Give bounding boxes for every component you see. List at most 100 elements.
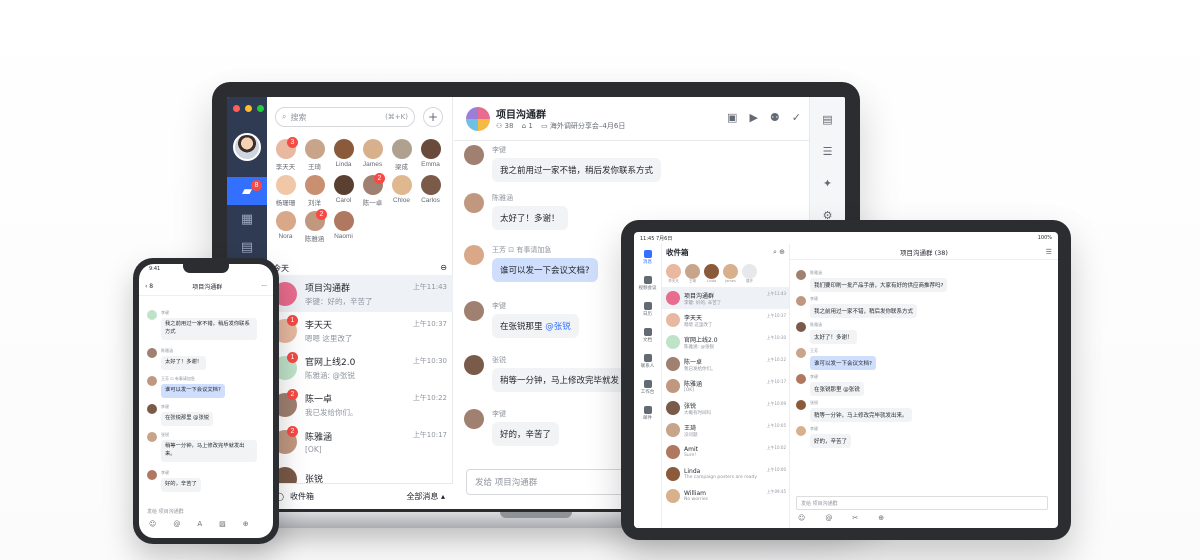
tablet-fav-expand[interactable] [742, 264, 757, 279]
back-button[interactable]: ‹ 8 [145, 283, 153, 290]
contact-avatar[interactable] [362, 139, 383, 159]
conversation-item[interactable]: 2 陈雅涵 [OK] 上午10:17 [267, 423, 453, 460]
favorite-contact[interactable]: 2 陈一卓 [358, 173, 387, 207]
favorite-contact[interactable]: 杨珊珊 [271, 175, 300, 207]
group-event[interactable]: 海外调研分享会–4月6日 [550, 122, 625, 130]
tablet-sender-avatar[interactable] [796, 270, 806, 280]
emoji-icon[interactable]: ☺ [149, 520, 156, 528]
favorite-contact[interactable]: 2 陈雅涵 [300, 209, 329, 243]
scissors-icon[interactable]: ✂ [852, 514, 858, 522]
phone-sender-avatar[interactable] [147, 348, 157, 358]
favorite-contact[interactable]: Nora [271, 211, 300, 243]
search-history-icon[interactable]: ☰ [810, 137, 845, 165]
phone-message-bubble[interactable]: 好的，辛苦了 [161, 478, 201, 492]
minimize-dot[interactable] [245, 105, 252, 112]
tablet-fav-avatar[interactable] [723, 264, 738, 279]
tablet-conversation-item[interactable]: 陈一卓 我已发给你们。 上午10:22 [662, 353, 789, 375]
tablet-message-bubble[interactable]: 谁可以发一下会议文档? [810, 356, 876, 370]
video-call-icon[interactable]: ▶ [749, 111, 757, 124]
contact-avatar[interactable] [304, 175, 325, 195]
mention-link[interactable]: @张锐 [545, 322, 571, 332]
phone-sender-avatar[interactable] [147, 376, 157, 386]
phone-sender-avatar[interactable] [147, 432, 157, 442]
phone-message-bubble[interactable]: 在张锐那里 @张锐 [161, 412, 214, 426]
contact-avatar[interactable] [333, 175, 354, 195]
emoji-icon[interactable]: ☺ [798, 514, 805, 522]
contact-avatar[interactable] [333, 211, 354, 231]
sender-avatar[interactable] [464, 355, 484, 375]
tablet-message-bubble[interactable]: 太好了！多谢！ [810, 330, 857, 344]
add-member-icon[interactable]: ⚉ [770, 111, 780, 124]
contact-avatar[interactable] [333, 139, 354, 159]
collapse-icon[interactable]: ⊖ [440, 263, 447, 274]
tablet-rail-item[interactable]: 联系人 [634, 348, 661, 374]
inbox-label[interactable]: 收件箱 [290, 491, 314, 502]
tablet-message-bubble[interactable]: 好的，辛苦了 [810, 434, 852, 448]
members-count[interactable]: 38 [505, 122, 514, 130]
add-icon[interactable]: ⊕ [243, 520, 249, 528]
font-icon[interactable]: A [197, 520, 202, 528]
message-bubble[interactable]: 太好了！多谢！ [492, 206, 568, 230]
favorite-contact[interactable]: Naomi [329, 211, 358, 243]
message-bubble[interactable]: 谁可以发一下会议文档? [492, 258, 598, 282]
rail-calendar[interactable]: ▦ [227, 205, 267, 233]
phone-message-bubble[interactable]: 谁可以发一下会议文档? [161, 384, 225, 398]
tablet-rail-item[interactable]: 工作台 [634, 374, 661, 400]
contact-avatar[interactable] [420, 175, 441, 195]
phone-message-bubble[interactable]: 稍等一分钟，马上修改完毕就发出来。 [161, 440, 257, 462]
tablet-conversation-item[interactable]: 陈雅涵 [OK] 上午10:17 [662, 375, 789, 397]
tablet-search-icon[interactable]: ⌕ ⊕ [773, 248, 785, 257]
briefcase-icon[interactable]: ▤ [810, 105, 845, 133]
contact-avatar[interactable] [304, 139, 325, 159]
tablet-conversation-item[interactable]: William No worries 上午09:45 [662, 485, 789, 507]
rail-messages[interactable]: ▰ 8 [227, 177, 267, 205]
tablet-message-bubble[interactable]: 我们要印刷一批产品手册，大家有好的供应商推荐吗? [810, 278, 948, 292]
message-bubble[interactable]: 我之前用过一家不错，稍后发你联系方式 [492, 158, 662, 182]
tablet-conversation-item[interactable]: 项目沟通群 李键: 好的, 辛苦了 上午11:43 [662, 287, 789, 309]
tablet-rail-item[interactable]: 邮件 [634, 400, 661, 426]
phone-sender-avatar[interactable] [147, 310, 157, 320]
phone-message-bubble[interactable]: 我之前用过一家不错，稍后发你联系方式 [161, 318, 257, 340]
tablet-sender-avatar[interactable] [796, 374, 806, 384]
more-icon[interactable]: ··· [261, 283, 267, 290]
sender-avatar[interactable] [464, 245, 484, 265]
favorite-contact[interactable]: 刘洋 [300, 175, 329, 207]
message-bubble[interactable]: 在张锐那里 @张锐 [492, 314, 579, 338]
tablet-rail-item[interactable]: 视频会议 [634, 270, 661, 296]
contact-avatar[interactable] [420, 139, 441, 159]
tablet-rail-item[interactable]: 日历 [634, 296, 661, 322]
phone-sender-avatar[interactable] [147, 404, 157, 414]
message-bubble[interactable]: 稍等一分钟，马上修改完毕就发 [492, 368, 628, 392]
phone-composer[interactable]: 发给 项目沟通群 [147, 508, 184, 515]
done-icon[interactable]: ✓ [792, 111, 801, 124]
phone-sender-avatar[interactable] [147, 470, 157, 480]
tablet-sender-avatar[interactable] [796, 322, 806, 332]
tablet-fav-avatar[interactable] [704, 264, 719, 279]
tablet-conversation-item[interactable]: 王琦 没问题 上午10:05 [662, 419, 789, 441]
favorite-contact[interactable]: Carol [329, 175, 358, 207]
tablet-message-bubble[interactable]: 在张锐那里 @张锐 [810, 382, 864, 396]
tablet-conversation-item[interactable]: 官网上线2.0 陈雅涵: @张锐 上午10:30 [662, 331, 789, 353]
sender-avatar[interactable] [464, 301, 484, 321]
mention-icon[interactable]: @ [173, 520, 180, 528]
pin-icon[interactable]: ✦ [810, 169, 845, 197]
image-icon[interactable]: ▨ [219, 520, 226, 528]
tablet-rail-item[interactable]: 文档 [634, 322, 661, 348]
favorite-contact[interactable]: 梁成 [387, 139, 416, 171]
mention-icon[interactable]: @ [825, 514, 832, 522]
favorite-contact[interactable]: 3 李天天 [271, 137, 300, 171]
favorite-contact[interactable]: Carlos [416, 175, 445, 207]
sender-avatar[interactable] [464, 145, 484, 165]
user-avatar[interactable] [233, 133, 261, 161]
contact-avatar[interactable] [275, 211, 296, 231]
tablet-conversation-item[interactable]: 李天天 嗯嗯 这里改了 上午10:37 [662, 309, 789, 331]
search-input[interactable]: ⌕ 搜索 (⌘+K) [275, 107, 415, 127]
tablet-conversation-item[interactable]: Linda The campaign posters are ready 上午10:… [662, 463, 789, 485]
rail-docs[interactable]: ▤ [227, 233, 267, 261]
tablet-fav-avatar[interactable] [666, 264, 681, 279]
create-button[interactable]: + [423, 107, 443, 127]
sender-avatar[interactable] [464, 409, 484, 429]
favorite-contact[interactable]: Chloe [387, 175, 416, 207]
favorite-contact[interactable]: 王琦 [300, 139, 329, 171]
phone-message-bubble[interactable]: 太好了！多谢！ [161, 356, 207, 370]
